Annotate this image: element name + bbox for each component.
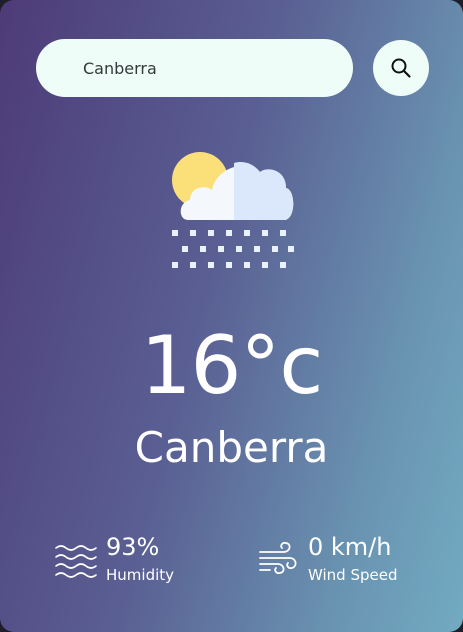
wind-detail: 0 km/h Wind Speed [256,532,398,586]
humidity-value: 93% [106,533,160,561]
search-input[interactable] [81,57,335,79]
wind-speed-value: 0 km/h [308,533,392,561]
weather-card: 16°c Canberra 93% Humidity 0 km/h [0,0,463,632]
search-button[interactable] [373,40,429,96]
humidity-waves-icon [55,545,97,578]
temperature: 16°c [140,319,324,412]
humidity-detail: 93% Humidity [54,532,174,586]
search-bar[interactable] [36,39,353,97]
wind-speed-label: Wind Speed [308,566,398,584]
wind-icon [259,541,297,575]
city-name: Canberra [134,423,329,472]
search-icon [391,58,411,78]
snow-cloud-sun-icon [172,152,294,268]
humidity-label: Humidity [106,566,175,584]
